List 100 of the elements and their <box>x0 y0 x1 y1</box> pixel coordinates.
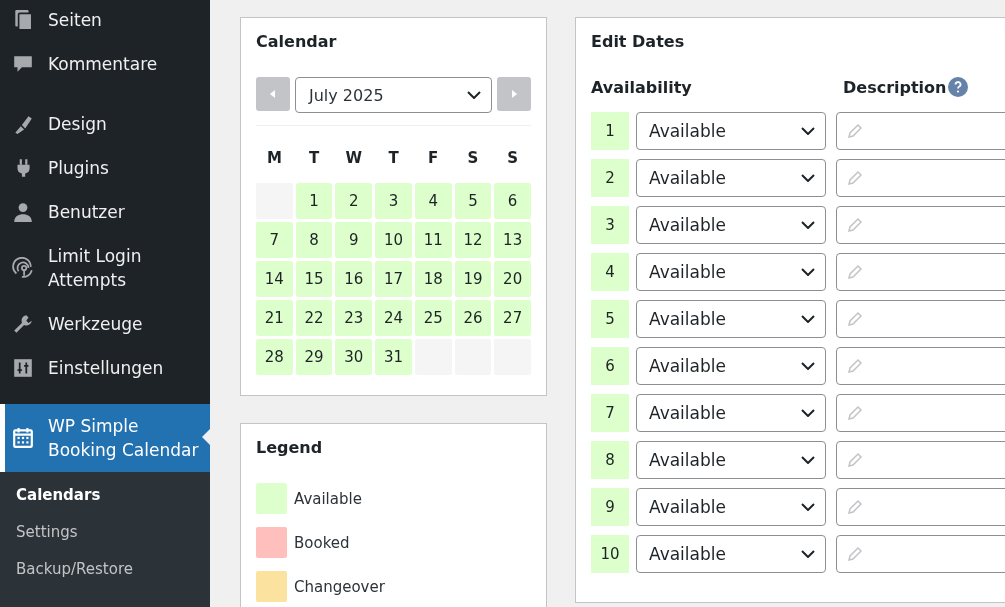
calendar-day[interactable]: 16 <box>335 261 373 297</box>
calendar-day[interactable]: 26 <box>454 300 492 336</box>
sidebar-menu-item[interactable]: Plugins <box>0 146 210 190</box>
chevron-down-icon <box>801 127 815 135</box>
calendar-day[interactable]: 22 <box>295 300 333 336</box>
description-field[interactable] <box>836 488 1005 526</box>
description-field[interactable] <box>836 253 1005 291</box>
description-field[interactable] <box>836 535 1005 573</box>
calendar-day[interactable]: 31 <box>375 339 412 375</box>
calendar-day[interactable]: 7 <box>256 222 293 258</box>
calendar-day[interactable]: 25 <box>414 300 452 336</box>
legend-label: Available <box>294 489 362 508</box>
calendar-day[interactable]: 3 <box>375 183 412 219</box>
availability-select[interactable]: Available <box>636 112 826 150</box>
sidebar-menu-item[interactable]: Seiten <box>0 0 210 42</box>
calendar-day[interactable]: 17 <box>375 261 412 297</box>
pages-icon <box>12 9 34 31</box>
menu-pointer <box>202 429 210 445</box>
availability-select[interactable]: Available <box>636 206 826 244</box>
day-number: 7 <box>591 394 629 432</box>
column-header: Description <box>843 77 947 97</box>
calendar-day[interactable]: 1 <box>295 183 333 219</box>
calendar-day[interactable]: 21 <box>256 300 293 336</box>
pencil-icon <box>847 405 863 421</box>
calendar-day[interactable]: 12 <box>454 222 492 258</box>
sidebar-menu-item[interactable]: Design <box>0 102 210 146</box>
calendar-day[interactable]: 18 <box>414 261 452 297</box>
chevron-down-icon <box>801 315 815 323</box>
description-field[interactable] <box>836 112 1005 150</box>
chevron-down-icon <box>801 456 815 464</box>
calendar-day[interactable]: 24 <box>375 300 412 336</box>
calendar-day[interactable]: 15 <box>295 261 333 297</box>
sidebar-menu-item[interactable]: Einstellungen <box>0 346 210 390</box>
calendar-day[interactable]: 29 <box>295 339 333 375</box>
availability-select[interactable]: Available <box>636 488 826 526</box>
calendar-day[interactable]: 6 <box>494 183 531 219</box>
calendar-day[interactable]: 30 <box>335 339 373 375</box>
calendar-day[interactable]: 20 <box>494 261 531 297</box>
submenu-link[interactable]: Calendars <box>0 478 210 515</box>
description-field[interactable] <box>836 347 1005 385</box>
help-icon[interactable] <box>948 77 969 97</box>
sidebar-menu-item[interactable]: WP Simple Booking Calendar <box>0 404 210 472</box>
calendar-icon <box>12 427 34 449</box>
description-field[interactable] <box>836 300 1005 338</box>
pencil-icon <box>847 217 863 233</box>
pencil-icon <box>847 546 863 562</box>
calendar-day[interactable]: 2 <box>335 183 373 219</box>
availability-select[interactable]: Available <box>636 253 826 291</box>
sidebar-menu-item[interactable]: Werkzeuge <box>0 302 210 346</box>
calendar-day[interactable]: 19 <box>454 261 492 297</box>
weekday-label: F <box>427 148 440 169</box>
calendar-day[interactable]: 8 <box>295 222 333 258</box>
calendar-day[interactable]: 4 <box>414 183 452 219</box>
day-number: 10 <box>591 535 629 573</box>
legend-label: Changeover <box>294 577 385 596</box>
sidebar-menu-item[interactable]: Limit Login Attempts <box>0 234 210 302</box>
availability-select[interactable]: Available <box>636 300 826 338</box>
day-number: 3 <box>591 206 629 244</box>
weekday-label: T <box>307 148 321 169</box>
day-number: 4 <box>591 253 629 291</box>
sliders-icon <box>12 357 34 379</box>
calendar-day[interactable]: 14 <box>256 261 293 297</box>
description-field[interactable] <box>836 206 1005 244</box>
pencil-icon <box>847 358 863 374</box>
availability-select[interactable]: Available <box>636 159 826 197</box>
chevron-down-icon <box>467 91 481 99</box>
description-field[interactable] <box>836 441 1005 479</box>
sidebar-menu-item[interactable]: Kommentare <box>0 42 210 86</box>
pencil-icon <box>847 452 863 468</box>
calendar-day[interactable]: 11 <box>414 222 452 258</box>
card-title: Legend <box>256 438 324 457</box>
day-number: 1 <box>591 112 629 150</box>
chevron-down-icon <box>801 362 815 370</box>
submenu-link[interactable]: Settings <box>0 515 210 552</box>
description-field[interactable] <box>836 394 1005 432</box>
weekday-label: T <box>387 148 400 169</box>
day-number: 6 <box>591 347 629 385</box>
pencil-icon <box>847 499 863 515</box>
availability-select[interactable]: Available <box>636 441 826 479</box>
calendar-day[interactable]: 13 <box>494 222 531 258</box>
weekday-label: S <box>466 148 480 169</box>
card-title: Calendar <box>256 32 338 51</box>
submenu-link[interactable]: Backup/Restore <box>0 552 210 589</box>
day-number: 2 <box>591 159 629 197</box>
fingerprint-icon <box>12 257 34 279</box>
calendar-day[interactable]: 9 <box>335 222 373 258</box>
availability-select[interactable]: Available <box>636 394 826 432</box>
calendar-day[interactable]: 5 <box>454 183 492 219</box>
availability-select[interactable]: Available <box>636 347 826 385</box>
left-triangle-icon <box>268 89 278 99</box>
description-field[interactable] <box>836 159 1005 197</box>
calendar-day[interactable]: 28 <box>256 339 293 375</box>
calendar-day[interactable]: 27 <box>494 300 531 336</box>
sidebar-menu-item[interactable]: Benutzer <box>0 190 210 234</box>
calendar-day[interactable]: 10 <box>375 222 412 258</box>
availability-select[interactable]: Available <box>636 535 826 573</box>
right-triangle-icon <box>509 89 519 99</box>
month-select[interactable]: July 2025 <box>295 77 492 113</box>
calendar-day[interactable]: 23 <box>335 300 373 336</box>
chevron-down-icon <box>801 268 815 276</box>
